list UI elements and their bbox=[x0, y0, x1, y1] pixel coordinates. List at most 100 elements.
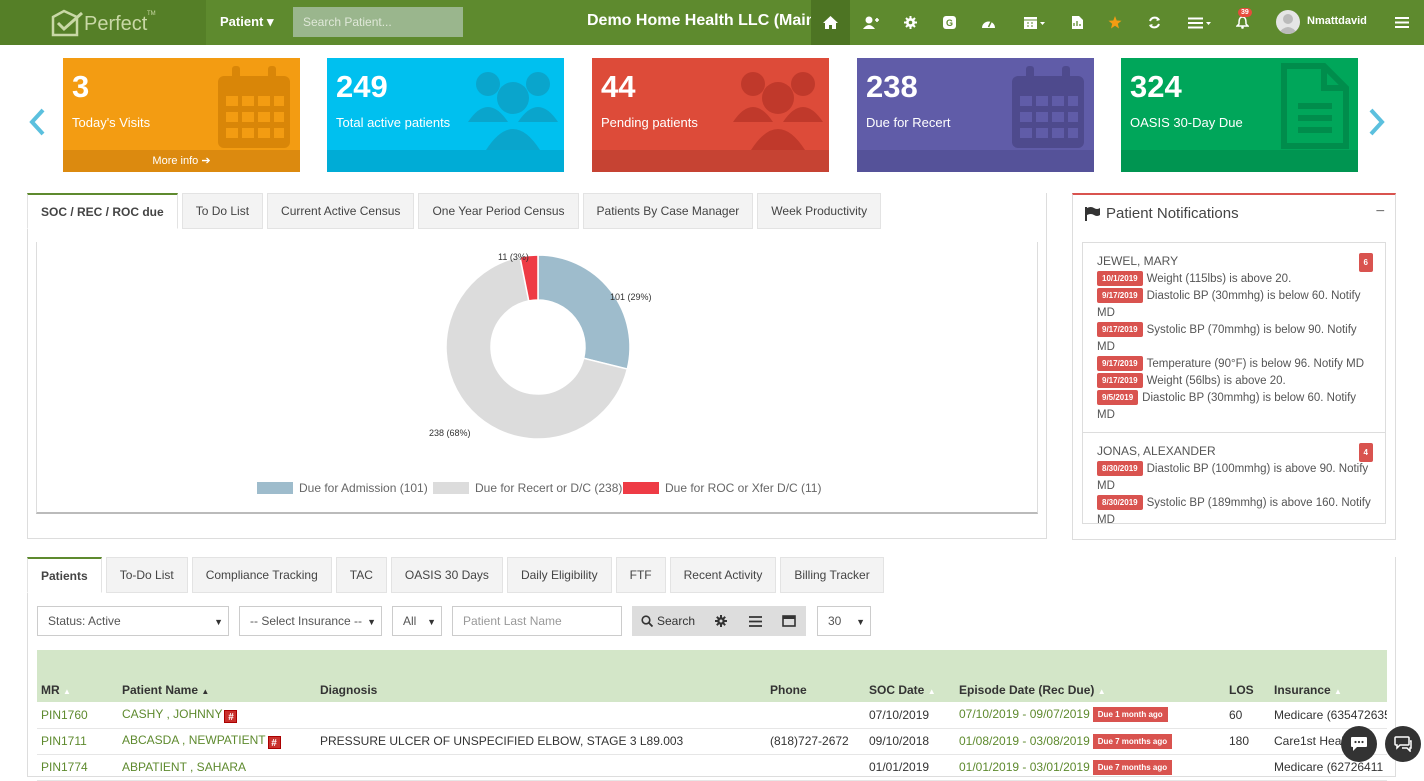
tab-compliance-tracking[interactable]: Compliance Tracking bbox=[191, 557, 332, 593]
stat-card-todays-visits[interactable]: 3 Today's Visits More info ➔ bbox=[63, 58, 300, 172]
tab-daily-eligibility[interactable]: Daily Eligibility bbox=[506, 557, 612, 593]
username[interactable]: Nmattdavid bbox=[1307, 15, 1367, 27]
cell-patient-name[interactable]: ABPATIENT , SAHARA bbox=[118, 754, 316, 781]
table-row[interactable]: PIN1760 CASHY , JOHNNY # 07/10/2019 07/10… bbox=[37, 702, 1387, 729]
more-info-link[interactable]: More info ➔ bbox=[63, 150, 300, 172]
patient-search-input[interactable] bbox=[293, 7, 463, 37]
tab-todo-list[interactable]: To Do List bbox=[181, 193, 264, 229]
all-select[interactable]: All ▼ bbox=[392, 606, 442, 636]
collapse-icon[interactable]: − bbox=[1376, 203, 1385, 221]
page-size-select[interactable]: 30 ▼ bbox=[817, 606, 871, 636]
episode-range: 07/10/2019 - 09/07/2019 bbox=[959, 707, 1090, 722]
tab-soc-rec-roc[interactable]: SOC / REC / ROC due bbox=[27, 193, 178, 229]
chevron-down-icon: ▼ bbox=[856, 617, 865, 627]
patient-name-link[interactable]: ABCASDA , NEWPATIENT bbox=[122, 733, 266, 747]
cell-patient-name[interactable]: CASHY , JOHNNY # bbox=[118, 702, 316, 729]
col-diagnosis[interactable]: Diagnosis bbox=[316, 677, 766, 702]
cell-mr[interactable]: PIN1760 bbox=[37, 702, 118, 729]
card-footer[interactable] bbox=[1121, 150, 1358, 172]
window-icon bbox=[782, 615, 796, 627]
home-icon[interactable] bbox=[811, 0, 850, 45]
legend-swatch[interactable] bbox=[257, 482, 293, 494]
cell-mr[interactable]: PIN1774 bbox=[37, 754, 118, 781]
window-view-button[interactable] bbox=[772, 606, 806, 636]
chart-container: 101 (29%) 238 (68%) 11 (3%) Due for Admissi… bbox=[36, 242, 1038, 514]
card-footer[interactable] bbox=[857, 150, 1094, 172]
col-phone[interactable]: Phone bbox=[766, 677, 865, 702]
tab-week-productivity[interactable]: Week Productivity bbox=[757, 193, 882, 229]
chevron-down-icon: ▼ bbox=[427, 617, 436, 627]
notification-date: 9/17/2019 bbox=[1097, 322, 1143, 337]
chat-bubble-icon[interactable] bbox=[1341, 726, 1377, 762]
col-mr[interactable]: MR ▲ bbox=[37, 677, 118, 702]
patient-name-link[interactable]: ABPATIENT , SAHARA bbox=[122, 760, 246, 774]
col-los[interactable]: LOS bbox=[1225, 677, 1270, 702]
list-view-button[interactable] bbox=[738, 606, 772, 636]
cell-episode-date: 01/01/2019 - 03/01/2019 Due 7 months ago bbox=[955, 754, 1225, 781]
dashboard-gauge-icon[interactable] bbox=[969, 0, 1007, 45]
stat-value: 3 bbox=[72, 69, 90, 104]
cell-mr[interactable]: PIN1711 bbox=[37, 728, 118, 755]
col-soc-date[interactable]: SOC Date ▲ bbox=[865, 677, 955, 702]
card-footer[interactable] bbox=[327, 150, 564, 172]
hash-icon[interactable]: # bbox=[224, 709, 238, 723]
carousel-prev-icon[interactable] bbox=[28, 108, 46, 136]
hamburger-icon[interactable] bbox=[1383, 0, 1421, 45]
report-icon[interactable] bbox=[1058, 0, 1096, 45]
notification-patient[interactable]: JONAS, ALEXANDER 4 8/30/2019 Diastolic BP… bbox=[1083, 433, 1385, 523]
messages-icon[interactable] bbox=[1385, 726, 1421, 762]
legend-swatch[interactable] bbox=[623, 482, 659, 494]
col-patient-name[interactable]: Patient Name ▲ bbox=[118, 677, 316, 702]
cell-soc-date: 01/01/2019 bbox=[865, 754, 955, 781]
tab-patients-by-case-manager[interactable]: Patients By Case Manager bbox=[582, 193, 754, 229]
status-select[interactable]: Status: Active ▼ bbox=[37, 606, 229, 636]
tab-oasis-30-days[interactable]: OASIS 30 Days bbox=[390, 557, 503, 593]
tab-recent-activity[interactable]: Recent Activity bbox=[669, 557, 777, 593]
refresh-icon[interactable] bbox=[1135, 0, 1173, 45]
carousel-next-icon[interactable] bbox=[1368, 108, 1386, 136]
stat-card-oasis-due[interactable]: 324 OASIS 30-Day Due bbox=[1121, 58, 1358, 172]
table-row[interactable]: PIN1711 ABCASDA , NEWPATIENT # PRESSURE U… bbox=[37, 728, 1387, 755]
table-row[interactable]: PIN1774 ABPATIENT , SAHARA 01/01/2019 01… bbox=[37, 754, 1387, 781]
tab-current-census[interactable]: Current Active Census bbox=[267, 193, 415, 229]
add-patient-icon[interactable] bbox=[852, 0, 890, 45]
search-button[interactable]: Search bbox=[632, 606, 704, 636]
tab-one-year-census[interactable]: One Year Period Census bbox=[418, 193, 579, 229]
patient-name-link[interactable]: CASHY , JOHNNY bbox=[122, 707, 222, 721]
legend-swatch[interactable] bbox=[433, 482, 469, 494]
tab-tac[interactable]: TAC bbox=[335, 557, 387, 593]
notification-patient[interactable]: JEWEL, MARY 6 10/1/2019 Weight (115lbs) i… bbox=[1083, 243, 1385, 433]
tab-ftf[interactable]: FTF bbox=[615, 557, 666, 593]
tab-patients[interactable]: Patients bbox=[27, 557, 102, 593]
gear-icon[interactable] bbox=[891, 0, 929, 45]
card-footer[interactable] bbox=[592, 150, 829, 172]
stat-card-active-patients[interactable]: 249 Total active patients bbox=[327, 58, 564, 172]
legend-label[interactable]: Due for Admission (101) bbox=[299, 481, 428, 495]
list-menu-icon[interactable] bbox=[1178, 0, 1222, 45]
slice-due-for-admission[interactable] bbox=[537, 254, 631, 370]
notifications-title: Patient Notifications bbox=[1106, 205, 1239, 222]
logo[interactable]: Perfect TM bbox=[0, 0, 206, 45]
legend-label[interactable]: Due for Recert or D/C (238) bbox=[475, 481, 622, 495]
cell-patient-name[interactable]: ABCASDA , NEWPATIENT # bbox=[118, 728, 316, 755]
tab-todo[interactable]: To-Do List bbox=[105, 557, 188, 593]
insurance-select[interactable]: -- Select Insurance -- ▼ bbox=[239, 606, 382, 636]
hash-icon[interactable]: # bbox=[267, 736, 281, 749]
avatar[interactable] bbox=[1276, 10, 1300, 34]
col-episode-date[interactable]: Episode Date (Rec Due) ▲ bbox=[955, 677, 1225, 702]
bell-icon[interactable] bbox=[1223, 0, 1261, 45]
patient-menu[interactable]: Patient ▾ bbox=[220, 14, 273, 30]
patient-last-name-input[interactable]: Patient Last Name bbox=[452, 606, 622, 636]
tab-billing-tracker[interactable]: Billing Tracker bbox=[780, 557, 884, 593]
chart-panel: SOC / REC / ROC due To Do List Current A… bbox=[27, 193, 1047, 539]
col-insurance[interactable]: Insurance ▲ bbox=[1270, 677, 1387, 702]
legend-label[interactable]: Due for ROC or Xfer D/C (11) bbox=[665, 481, 821, 495]
settings-button[interactable] bbox=[704, 606, 738, 636]
calendar-menu-icon[interactable] bbox=[1013, 0, 1057, 45]
g-icon[interactable]: G bbox=[930, 0, 968, 45]
star-icon[interactable] bbox=[1096, 0, 1134, 45]
cell-episode-date: 07/10/2019 - 09/07/2019 Due 1 month ago bbox=[955, 702, 1225, 729]
stat-card-pending-patients[interactable]: 44 Pending patients bbox=[592, 58, 829, 172]
filter-bar: Status: Active ▼ -- Select Insurance -- ▼ … bbox=[37, 606, 881, 636]
stat-card-due-for-recert[interactable]: 238 Due for Recert bbox=[857, 58, 1094, 172]
